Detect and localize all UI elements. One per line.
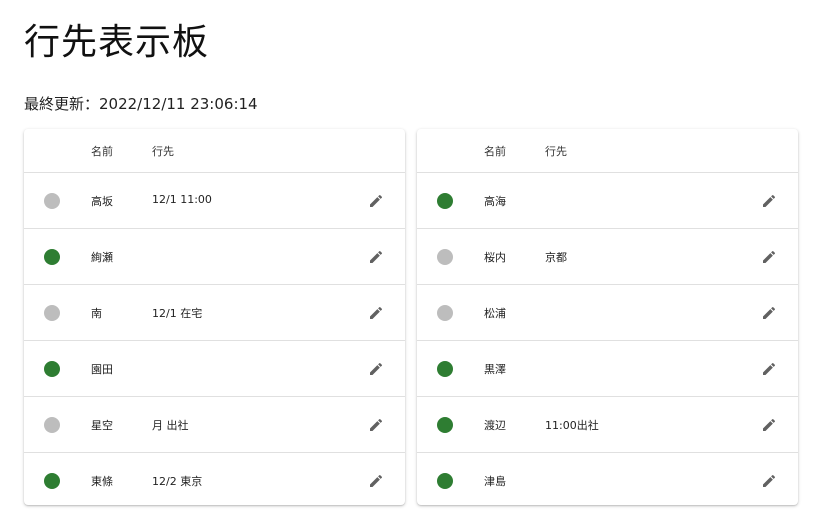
destination-text: 11:00出社	[545, 419, 599, 432]
table-row: 松浦	[417, 285, 798, 341]
person-name: 高海	[484, 195, 506, 208]
edit-button[interactable]	[365, 302, 387, 324]
status-indicator-icon	[437, 473, 453, 489]
destination-text: 12/2 東京	[152, 475, 203, 488]
status-indicator-icon	[44, 249, 60, 265]
status-indicator-icon	[437, 361, 453, 377]
status-indicator-icon	[437, 305, 453, 321]
table-body: 高坂 12/1 11:00 絢瀬 南 12/1 在宅 園田 星空 月 出社 東條…	[24, 173, 405, 505]
person-name: 南	[91, 307, 102, 320]
person-name: 黒澤	[484, 363, 506, 376]
pencil-icon	[370, 250, 383, 263]
edit-button[interactable]	[365, 358, 387, 380]
status-indicator-icon	[437, 417, 453, 433]
table-row: 南 12/1 在宅	[24, 285, 405, 341]
edit-button[interactable]	[365, 246, 387, 268]
edit-button[interactable]	[758, 414, 780, 436]
pencil-icon	[370, 362, 383, 375]
table-body: 高海 桜内 京都 松浦 黒澤 渡辺 11:00出社 津島	[417, 173, 798, 505]
edit-button[interactable]	[758, 358, 780, 380]
pencil-icon	[763, 306, 776, 319]
table-row: 星空 月 出社	[24, 397, 405, 453]
pencil-icon	[370, 194, 383, 207]
edit-button[interactable]	[365, 190, 387, 212]
pencil-icon	[763, 418, 776, 431]
destination-text: 12/1 在宅	[152, 307, 203, 320]
pencil-icon	[763, 194, 776, 207]
page-title: 行先表示板	[24, 22, 210, 63]
pencil-icon	[370, 418, 383, 431]
person-name: 絢瀬	[91, 251, 113, 264]
edit-button[interactable]	[758, 246, 780, 268]
edit-button[interactable]	[365, 414, 387, 436]
column-header-destination: 行先	[152, 145, 174, 158]
person-name: 津島	[484, 475, 506, 488]
status-indicator-icon	[437, 249, 453, 265]
column-header-name: 名前	[484, 145, 506, 158]
column-header-destination: 行先	[545, 145, 567, 158]
table-row: 高坂 12/1 11:00	[24, 173, 405, 229]
person-name: 園田	[91, 363, 113, 376]
status-indicator-icon	[44, 305, 60, 321]
table-row: 絢瀬	[24, 229, 405, 285]
edit-button[interactable]	[758, 302, 780, 324]
status-indicator-icon	[44, 473, 60, 489]
edit-button[interactable]	[758, 190, 780, 212]
table-row: 園田	[24, 341, 405, 397]
person-name: 松浦	[484, 307, 506, 320]
table-row: 黒澤	[417, 341, 798, 397]
pencil-icon	[763, 362, 776, 375]
table-row: 津島	[417, 453, 798, 505]
edit-button[interactable]	[758, 470, 780, 492]
status-table-right: 名前 行先 高海 桜内 京都 松浦 黒澤 渡辺 11:00出社 津島	[417, 129, 798, 505]
destination-text: 12/1 11:00	[152, 193, 212, 206]
person-name: 星空	[91, 419, 113, 432]
last-updated-text: 最終更新：2022/12/11 23:06:14	[24, 95, 258, 113]
status-indicator-icon	[44, 361, 60, 377]
column-header-name: 名前	[91, 145, 113, 158]
table-row: 渡辺 11:00出社	[417, 397, 798, 453]
status-indicator-icon	[437, 193, 453, 209]
destination-text: 月 出社	[152, 419, 189, 432]
table-row: 桜内 京都	[417, 229, 798, 285]
table-row: 高海	[417, 173, 798, 229]
person-name: 渡辺	[484, 419, 506, 432]
table-header: 名前 行先	[24, 129, 405, 173]
status-indicator-icon	[44, 193, 60, 209]
person-name: 高坂	[91, 195, 113, 208]
status-table-left: 名前 行先 高坂 12/1 11:00 絢瀬 南 12/1 在宅 園田 星空 月…	[24, 129, 405, 505]
destination-text: 京都	[545, 251, 567, 264]
edit-button[interactable]	[365, 470, 387, 492]
table-row: 東條 12/2 東京	[24, 453, 405, 505]
person-name: 東條	[91, 475, 113, 488]
pencil-icon	[763, 250, 776, 263]
person-name: 桜内	[484, 251, 506, 264]
status-indicator-icon	[44, 417, 60, 433]
pencil-icon	[370, 306, 383, 319]
pencil-icon	[370, 474, 383, 487]
table-header: 名前 行先	[417, 129, 798, 173]
pencil-icon	[763, 474, 776, 487]
